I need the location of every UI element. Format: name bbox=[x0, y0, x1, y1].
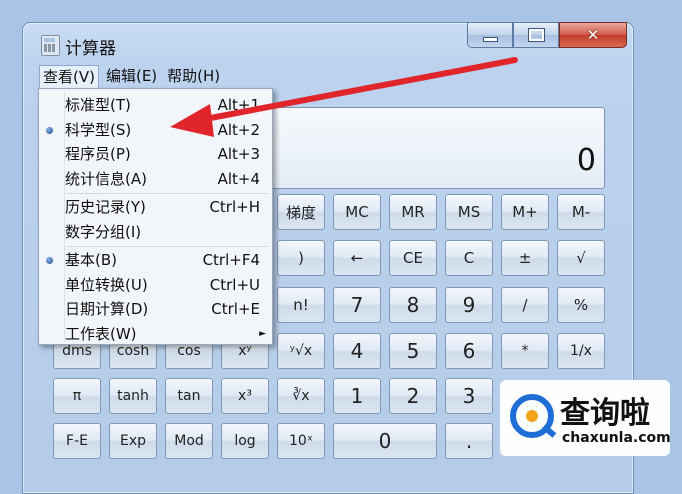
watermark-title: 查询啦 bbox=[560, 396, 650, 431]
watermark-url: chaxunla.com bbox=[562, 430, 671, 446]
arrow-shaft bbox=[197, 57, 518, 123]
watermark-logo-tail bbox=[541, 424, 557, 438]
arrow-head bbox=[170, 104, 214, 137]
watermark: 查询啦 chaxunla.com bbox=[500, 380, 671, 456]
